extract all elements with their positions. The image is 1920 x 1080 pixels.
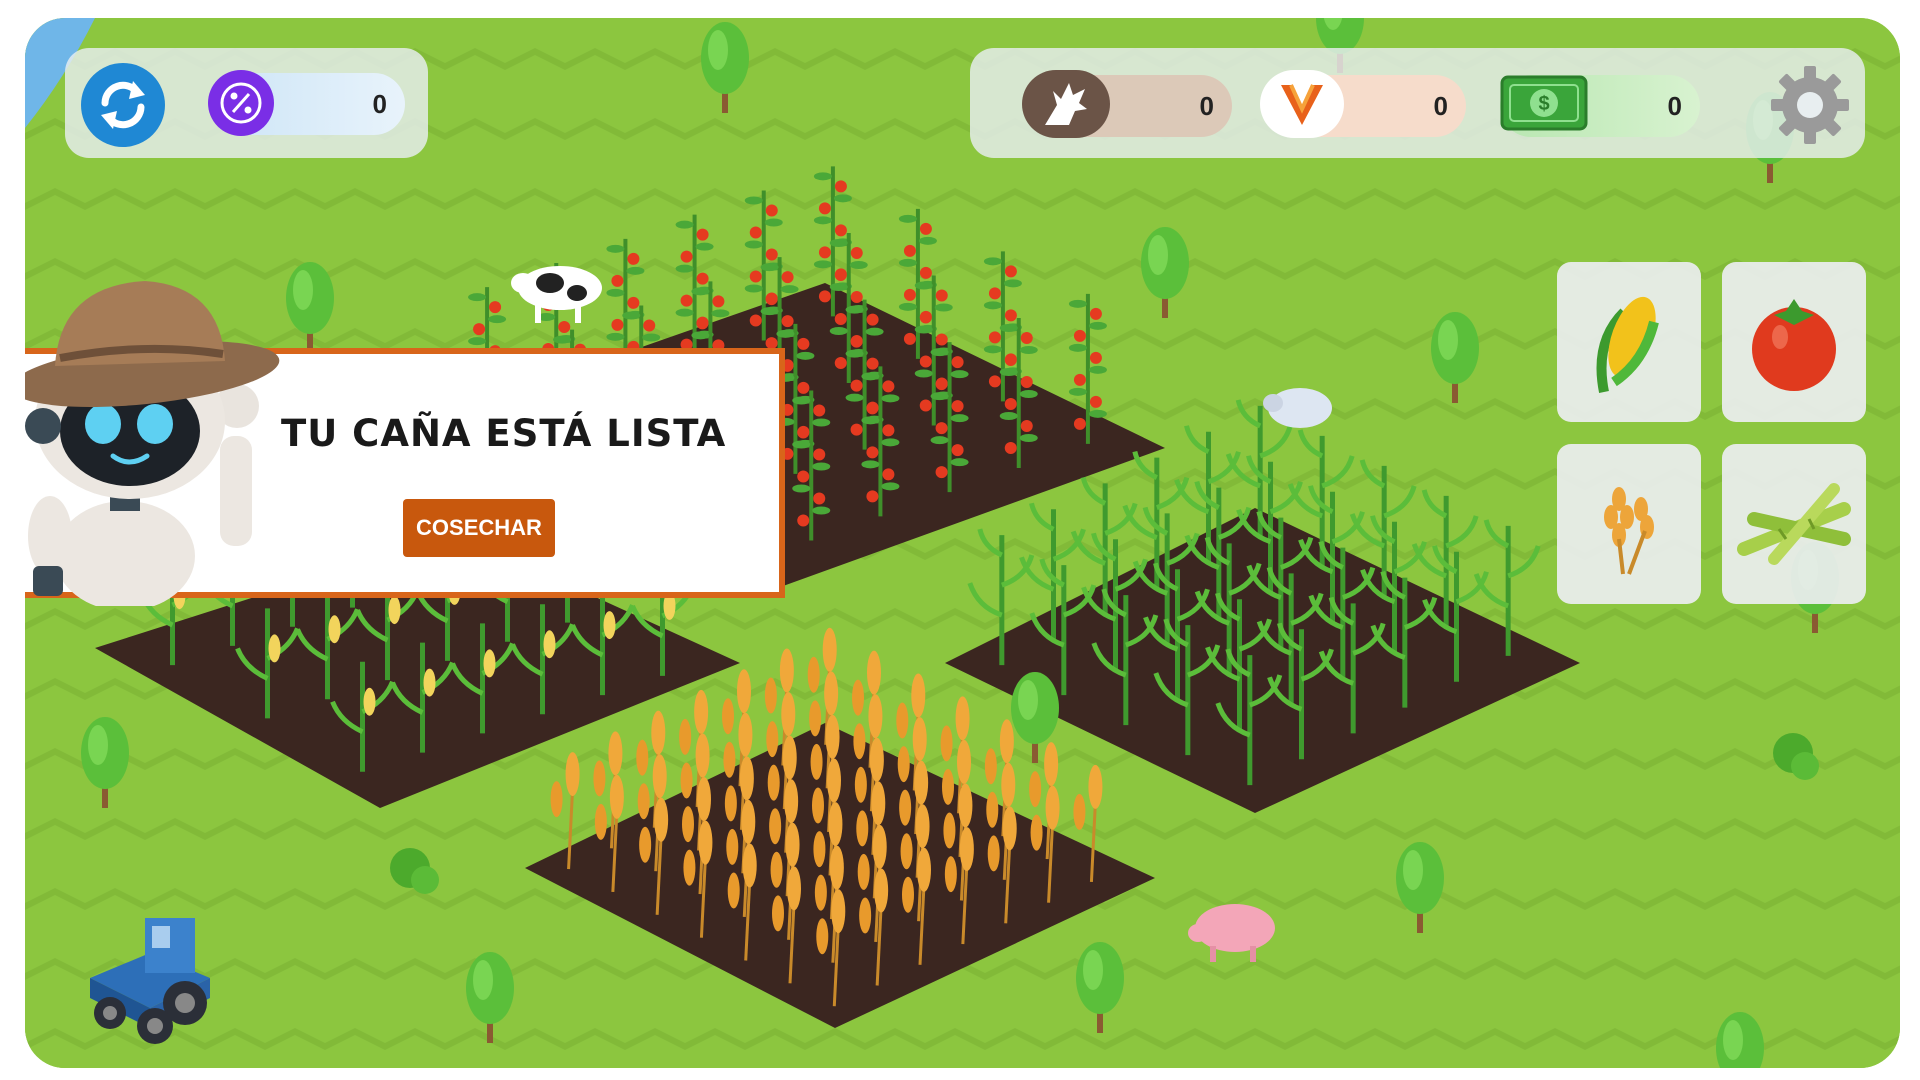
refresh-button[interactable] bbox=[81, 63, 165, 147]
hud-right-panel: 0 0 0 $ bbox=[970, 48, 1865, 158]
sugarcane-icon bbox=[1737, 483, 1851, 565]
corn-icon bbox=[1596, 296, 1659, 393]
v-value: 0 bbox=[1433, 90, 1448, 121]
svg-text:$: $ bbox=[1538, 93, 1549, 115]
wolf-value: 0 bbox=[1199, 90, 1214, 121]
tractor-button[interactable] bbox=[60, 898, 240, 1048]
money-bill-icon: $ bbox=[1500, 70, 1588, 136]
hud-left-panel: 0 bbox=[65, 48, 428, 158]
crop-card-tomato[interactable] bbox=[1722, 262, 1866, 422]
percent-value: 0 bbox=[372, 88, 387, 119]
crop-card-corn[interactable] bbox=[1557, 262, 1701, 422]
howling-wolf-icon bbox=[1022, 70, 1110, 138]
robot-farmer-mascot bbox=[25, 281, 280, 606]
harvest-button[interactable]: COSECHAR bbox=[403, 499, 555, 557]
game-world[interactable]: 0 0 0 0 $ TU CAÑA ESTÁ LISTA COSECHAR bbox=[25, 18, 1900, 1068]
wheat-icon bbox=[1604, 487, 1654, 575]
money-value: 0 bbox=[1667, 90, 1682, 121]
crop-card-wheat[interactable] bbox=[1557, 444, 1701, 604]
settings-button[interactable] bbox=[1765, 60, 1855, 150]
notification-message: TU CAÑA ESTÁ LISTA bbox=[281, 412, 727, 455]
percent-icon bbox=[208, 70, 274, 136]
v-logo-icon bbox=[1260, 70, 1344, 138]
gear-icon bbox=[1771, 66, 1849, 144]
crop-card-sugarcane[interactable] bbox=[1722, 444, 1866, 604]
tomato-icon bbox=[1752, 299, 1836, 391]
refresh-icon bbox=[101, 81, 145, 129]
